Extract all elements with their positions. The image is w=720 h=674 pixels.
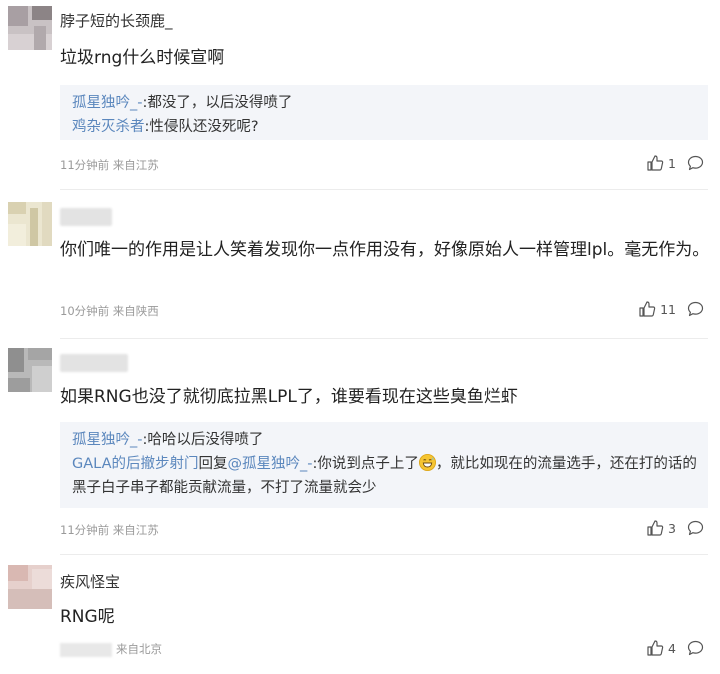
like-count: 1 — [668, 155, 676, 171]
comment-item: 如果RNG也没了就彻底拉黑LPL了，谁要看现在这些臭鱼烂虾 孤星独吟_-:哈哈以… — [0, 340, 720, 555]
reply-text: :性侵队还没死呢? — [144, 119, 259, 135]
comment-text: 你们唯一的作用是让人笑着发现你一点作用没有，好像原始人一样管理lpl。毫无作为。 — [60, 240, 710, 260]
comment-meta: 11分钟前 来自江苏 — [60, 523, 159, 537]
like-count: 4 — [668, 640, 676, 656]
reply-username[interactable]: 孤星独吟_- — [72, 432, 142, 448]
reply-box[interactable]: 孤星独吟_-:都没了，以后没得喷了 鸡杂灭杀者:性侵队还没死呢? — [60, 85, 708, 140]
avatar[interactable] — [8, 202, 52, 246]
timestamp-redacted — [60, 642, 112, 657]
comment-text: 如果RNG也没了就彻底拉黑LPL了，谁要看现在这些臭鱼烂虾 — [60, 387, 518, 407]
like-count: 11 — [660, 301, 676, 317]
reply-username[interactable]: GALA的后撤步射门 — [72, 456, 199, 472]
like-count: 3 — [668, 520, 676, 536]
like-button[interactable]: 11 — [639, 301, 676, 317]
reply-action: 回复 — [198, 456, 228, 472]
comment-item: 脖子短的长颈鹿_ 垃圾rng什么时候宣啊 孤星独吟_-:都没了，以后没得喷了 鸡… — [0, 0, 720, 190]
reply-box[interactable]: 孤星独吟_-:哈哈以后没得喷了 GALA的后撤步射门回复@孤星独吟_-:你说到点… — [60, 422, 708, 508]
speech-bubble-icon[interactable] — [687, 520, 704, 536]
avatar[interactable] — [8, 6, 52, 50]
like-button[interactable]: 3 — [647, 520, 676, 536]
location-text: 来自北京 — [116, 642, 162, 656]
reply-item: 鸡杂灭杀者:性侵队还没死呢? — [72, 115, 698, 139]
username[interactable]: 脖子短的长颈鹿_ — [60, 10, 173, 31]
reply-username[interactable]: 鸡杂灭杀者 — [72, 119, 145, 135]
comment-meta: 10分钟前 来自陕西 — [60, 304, 159, 318]
thumbs-up-icon — [647, 155, 664, 171]
speech-bubble-icon[interactable] — [687, 155, 704, 171]
comment-meta: 11分钟前 来自江苏 — [60, 158, 159, 172]
comment-text: 垃圾rng什么时候宣啊 — [60, 48, 225, 68]
username-redacted[interactable] — [60, 208, 112, 226]
thumbs-up-icon — [647, 520, 664, 536]
reply-text: :哈哈以后没得喷了 — [142, 432, 264, 448]
reply-item: 孤星独吟_-:都没了，以后没得喷了 — [72, 91, 698, 115]
like-button[interactable]: 4 — [647, 640, 676, 656]
grin-sweat-emoji — [418, 454, 436, 471]
thumbs-up-icon — [647, 640, 664, 656]
username[interactable]: 疾风怪宝 — [60, 571, 120, 592]
like-button[interactable]: 1 — [647, 155, 676, 171]
reply-text: :都没了，以后没得喷了 — [142, 95, 293, 111]
avatar[interactable] — [8, 348, 52, 392]
comment-text: RNG呢 — [60, 607, 115, 627]
reply-text: :你说到点子上了 — [312, 456, 419, 472]
avatar[interactable] — [8, 565, 52, 609]
thumbs-up-icon — [639, 301, 656, 317]
speech-bubble-icon[interactable] — [687, 301, 704, 317]
username-redacted[interactable] — [60, 354, 128, 372]
comment-item: 你们唯一的作用是让人笑着发现你一点作用没有，好像原始人一样管理lpl。毫无作为。… — [0, 190, 720, 340]
reply-mention[interactable]: @孤星独吟_- — [228, 456, 313, 472]
reply-item: 孤星独吟_-:哈哈以后没得喷了 — [72, 428, 698, 452]
speech-bubble-icon[interactable] — [687, 640, 704, 656]
comment-item: 疾风怪宝 RNG呢 来自北京 4 — [0, 555, 720, 674]
comment-meta: 来自北京 — [60, 641, 162, 657]
reply-item: GALA的后撤步射门回复@孤星独吟_-:你说到点子上了 ，就比如现在的流量选手，还… — [72, 452, 698, 500]
divider — [60, 338, 708, 339]
reply-username[interactable]: 孤星独吟_- — [72, 95, 142, 111]
